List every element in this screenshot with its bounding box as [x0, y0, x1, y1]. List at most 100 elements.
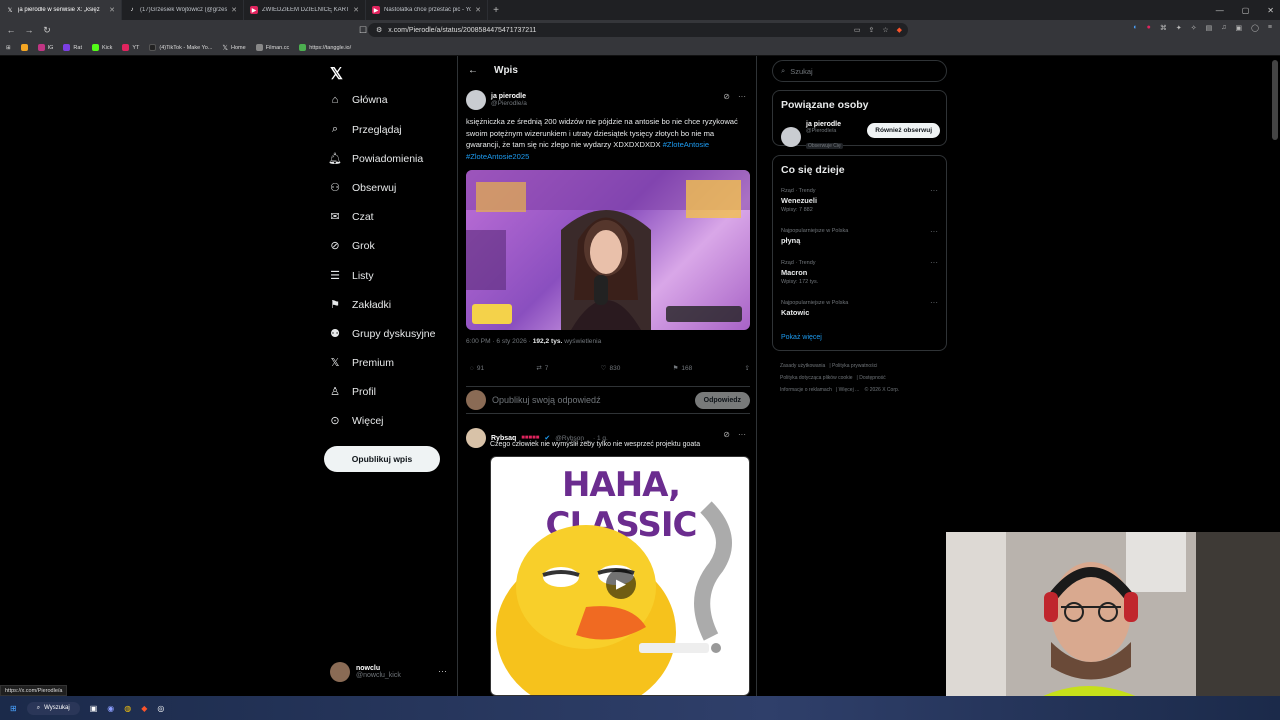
maximize-icon[interactable]: ▢ — [1242, 6, 1250, 15]
reply-video[interactable]: HAHA, CLASSIC ▶ — [490, 456, 750, 696]
more-icon[interactable]: ··· — [930, 186, 938, 195]
music-icon[interactable]: ♫ — [1221, 24, 1226, 32]
share-icon[interactable]: ⇪ — [868, 26, 874, 34]
nav-item-lists[interactable]: ☰ Listy — [328, 269, 374, 283]
nav-item-profile[interactable]: ♙ Profil — [328, 385, 376, 399]
task-view-icon[interactable]: ▣ — [90, 704, 98, 713]
reload-icon[interactable]: ↻ — [40, 25, 54, 36]
browser-tab-1[interactable]: ♪ (17)Grzesiek Wójtowicz (@grzesiek_ ✕ — [122, 0, 244, 20]
nav-item-follow[interactable]: ⚇ Obserwuj — [328, 181, 396, 195]
repost-action[interactable]: ⇄ 7 — [536, 364, 548, 373]
taskbar-search[interactable]: ⌕ Wyszukaj — [26, 701, 80, 715]
close-tab-icon[interactable]: ✕ — [353, 6, 359, 14]
footer-link[interactable]: Polityka prywatności — [832, 363, 877, 369]
reply-action[interactable]: ◌ 91 — [470, 364, 484, 372]
extension-icon[interactable]: ✦ — [1176, 24, 1182, 32]
trend-item[interactable]: Najpopularniejsze w Polska Katowic — [781, 300, 848, 317]
nav-item-bookmarks[interactable]: ⚑ Zakładki — [328, 298, 391, 312]
footer-link[interactable]: Zasady użytkowania — [780, 363, 825, 369]
trend-item[interactable]: Najpopularniejsze w Polska płyną — [781, 228, 848, 245]
star-icon[interactable]: ☆ — [882, 26, 888, 34]
tweet-author[interactable]: ja pierodle @Pierodle/a — [466, 90, 750, 110]
like-action[interactable]: ♡ 830 — [601, 364, 621, 373]
more-icon[interactable]: ··· — [930, 298, 938, 307]
extension-icon[interactable]: ◐ — [1133, 24, 1137, 32]
bookmark-item[interactable]: YT — [122, 44, 139, 51]
reply-input[interactable]: Opublikuj swoją odpowiedź — [492, 395, 689, 405]
extension-icon[interactable]: ⌘ — [1160, 24, 1167, 32]
chrome-icon[interactable]: ◍ — [124, 704, 131, 713]
brave-icon[interactable]: ◆ — [141, 704, 147, 713]
more-icon[interactable]: ··· — [930, 258, 938, 267]
more-icon[interactable]: ··· — [438, 666, 447, 676]
bookmark-item[interactable]: Rat — [63, 44, 82, 51]
wallet-icon[interactable]: ▣ — [1235, 24, 1242, 32]
bookmark-item[interactable]: 𝕏 Home — [222, 44, 245, 52]
play-button[interactable]: ▶ — [606, 569, 636, 599]
bookmark-item[interactable]: Filman.cc — [255, 44, 289, 51]
browser-tab-2[interactable]: ▶ ZWIEDZIŁEM DZIELNICĘ KARTELI ✕ — [244, 0, 366, 20]
site-info-icon[interactable]: ⚙ — [376, 26, 382, 34]
grok-icon[interactable]: ⊘ — [723, 92, 730, 101]
bookmark-item[interactable]: https://tanggle.io/ — [299, 44, 351, 51]
nav-item-chat[interactable]: ✉ Czat — [328, 210, 373, 224]
extension-icon[interactable]: ● — [1147, 24, 1151, 32]
hashtag-link[interactable]: #ZloteAntosie2025 — [466, 152, 529, 161]
puzzle-icon[interactable]: ✧ — [1191, 24, 1197, 32]
avatar[interactable] — [466, 90, 486, 110]
more-icon[interactable]: ··· — [738, 92, 746, 101]
discord-icon[interactable]: ◉ — [107, 704, 114, 713]
more-icon[interactable]: ··· — [930, 227, 938, 236]
share-action[interactable]: ⇪ — [745, 364, 750, 372]
trend-item[interactable]: Rząd · Trendy Wenezueli Wpisy: 7 882 — [781, 188, 817, 213]
nav-item-home[interactable]: ⌂ Główna — [328, 94, 388, 106]
forward-icon[interactable]: → — [22, 25, 36, 35]
obs-icon[interactable]: ◎ — [157, 704, 164, 713]
footer-link[interactable]: Dostępność — [859, 375, 885, 381]
hashtag-link[interactable]: #ZloteAntosie — [663, 140, 709, 149]
reply-button[interactable]: Odpowiedz — [694, 391, 750, 409]
close-tab-icon[interactable]: ✕ — [231, 6, 237, 14]
footer-link[interactable]: Polityka dotycząca plików cookie — [780, 375, 853, 381]
profile-icon[interactable]: ◯ — [1251, 24, 1259, 32]
tweet-image[interactable] — [466, 170, 750, 330]
close-tab-icon[interactable]: ✕ — [109, 6, 115, 14]
footer-link[interactable]: Więcej ... — [839, 387, 860, 393]
search-input[interactable]: Szukaj — [790, 67, 813, 76]
nav-item-communities[interactable]: ⚉ Grupy dyskusyjne — [328, 327, 435, 341]
back-icon[interactable]: ← — [4, 25, 18, 35]
account-switcher[interactable]: nowclu @nowclu_kick — [330, 662, 401, 682]
bookmark-item[interactable]: Kick — [91, 44, 112, 51]
new-tab-button[interactable]: + — [488, 5, 504, 16]
close-tab-icon[interactable]: ✕ — [475, 6, 481, 14]
nav-item-notifications[interactable]: 🔔︎ Powiadomienia — [328, 152, 423, 166]
avatar[interactable] — [466, 428, 486, 448]
more-icon[interactable]: ··· — [738, 430, 746, 439]
nav-item-grok[interactable]: ⊘ Grok — [328, 239, 374, 253]
related-person[interactable]: ja pierodle @Pierodle/a Obserwuje Cię — [781, 121, 843, 152]
trend-item[interactable]: Rząd · Trendy Macron Wpisy: 172 tys. — [781, 260, 818, 285]
grok-icon[interactable]: ⊘ — [723, 430, 730, 439]
apps-icon[interactable]: ⊞ — [6, 45, 11, 51]
close-window-icon[interactable]: ✕ — [1267, 6, 1274, 15]
address-bar[interactable]: ⚙ x.com/Pierodle/a/status/20085844754717… — [368, 23, 908, 37]
back-arrow-icon[interactable]: ← — [468, 65, 478, 76]
page-scrollbar[interactable] — [1272, 60, 1278, 140]
screen-icon[interactable]: ▭ — [854, 26, 861, 34]
browser-tab-0[interactable]: 𝕏 ja pierodle w serwisie X: „księż ✕ — [0, 0, 122, 20]
footer-link[interactable]: Informacje o reklamach — [780, 387, 832, 393]
show-more-link[interactable]: Pokaż więcej — [781, 334, 822, 341]
menu-icon[interactable]: ≡ — [1268, 24, 1272, 32]
nav-item-more[interactable]: ⊙ Więcej — [328, 414, 383, 428]
windows-start-icon[interactable]: ⊞ — [10, 704, 17, 713]
bookmark-folder[interactable] — [20, 44, 28, 51]
sidebar-icon[interactable]: ▤ — [1206, 24, 1213, 32]
search-box[interactable]: ⌕ Szukaj — [772, 60, 947, 82]
brave-shield-icon[interactable]: ◆ — [897, 26, 902, 34]
post-button[interactable]: Opublikuj wpis — [324, 446, 440, 472]
bookmark-action[interactable]: ⚑ 168 — [673, 364, 693, 373]
nav-item-premium[interactable]: 𝕏 Premium — [328, 356, 394, 370]
bookmark-item[interactable]: IG — [37, 44, 53, 51]
follow-back-button[interactable]: Również obserwuj — [867, 123, 940, 138]
minimize-icon[interactable]: — — [1216, 6, 1224, 15]
